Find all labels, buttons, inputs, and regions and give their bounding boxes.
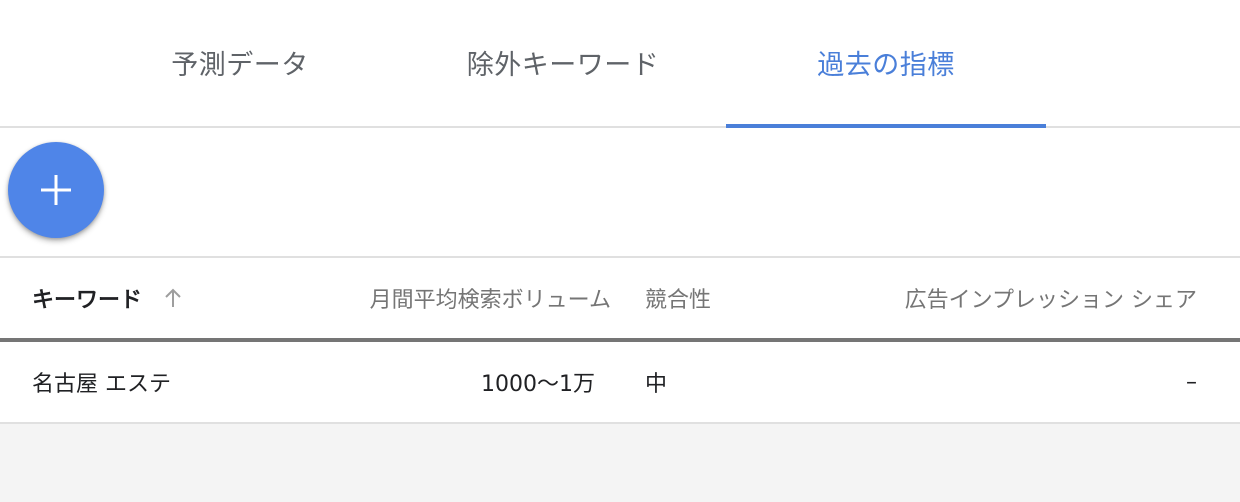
column-header-competition-label: 競合性 (645, 288, 712, 313)
column-header-competition[interactable]: 競合性 (645, 258, 711, 338)
column-header-volume-label: 月間平均検索ボリューム (369, 288, 611, 313)
plus-icon (39, 173, 73, 207)
column-header-keyword-label: キーワード (32, 288, 143, 313)
column-header-volume[interactable]: 月間平均検索ボリューム (370, 258, 611, 338)
cell-impression-share: – (1186, 369, 1197, 395)
tab-historical-metrics[interactable]: 過去の指標 (726, 0, 1046, 126)
column-header-keyword[interactable]: キーワード (32, 258, 184, 338)
cell-competition: 中 (645, 372, 668, 397)
cell-volume: 1000～1万 (481, 372, 595, 397)
cell-keyword: 名古屋 エステ (32, 372, 171, 397)
tab-historical-metrics-label: 過去の指標 (817, 49, 955, 81)
column-header-impression-share[interactable]: 広告インプレッション シェア (905, 258, 1197, 338)
tab-negative-keywords-label: 除外キーワード (466, 49, 660, 81)
arrow-up-icon[interactable] (162, 287, 184, 309)
add-keyword-button[interactable] (8, 142, 104, 238)
tab-forecast[interactable]: 予測データ (80, 0, 400, 126)
tab-forecast-label: 予測データ (171, 49, 309, 81)
tab-negative-keywords[interactable]: 除外キーワード (403, 0, 723, 126)
table-header: キーワード 月間平均検索ボリューム 競合性 広告インプレッション シェア (0, 258, 1240, 342)
empty-area (0, 424, 1240, 502)
tab-bar: 予測データ 除外キーワード 過去の指標 (0, 0, 1240, 128)
column-header-impression-share-label: 広告インプレッション シェア (904, 288, 1197, 313)
toolbar (0, 128, 1240, 258)
table-row[interactable]: 名古屋 エステ 1000～1万 中 – (0, 342, 1240, 424)
